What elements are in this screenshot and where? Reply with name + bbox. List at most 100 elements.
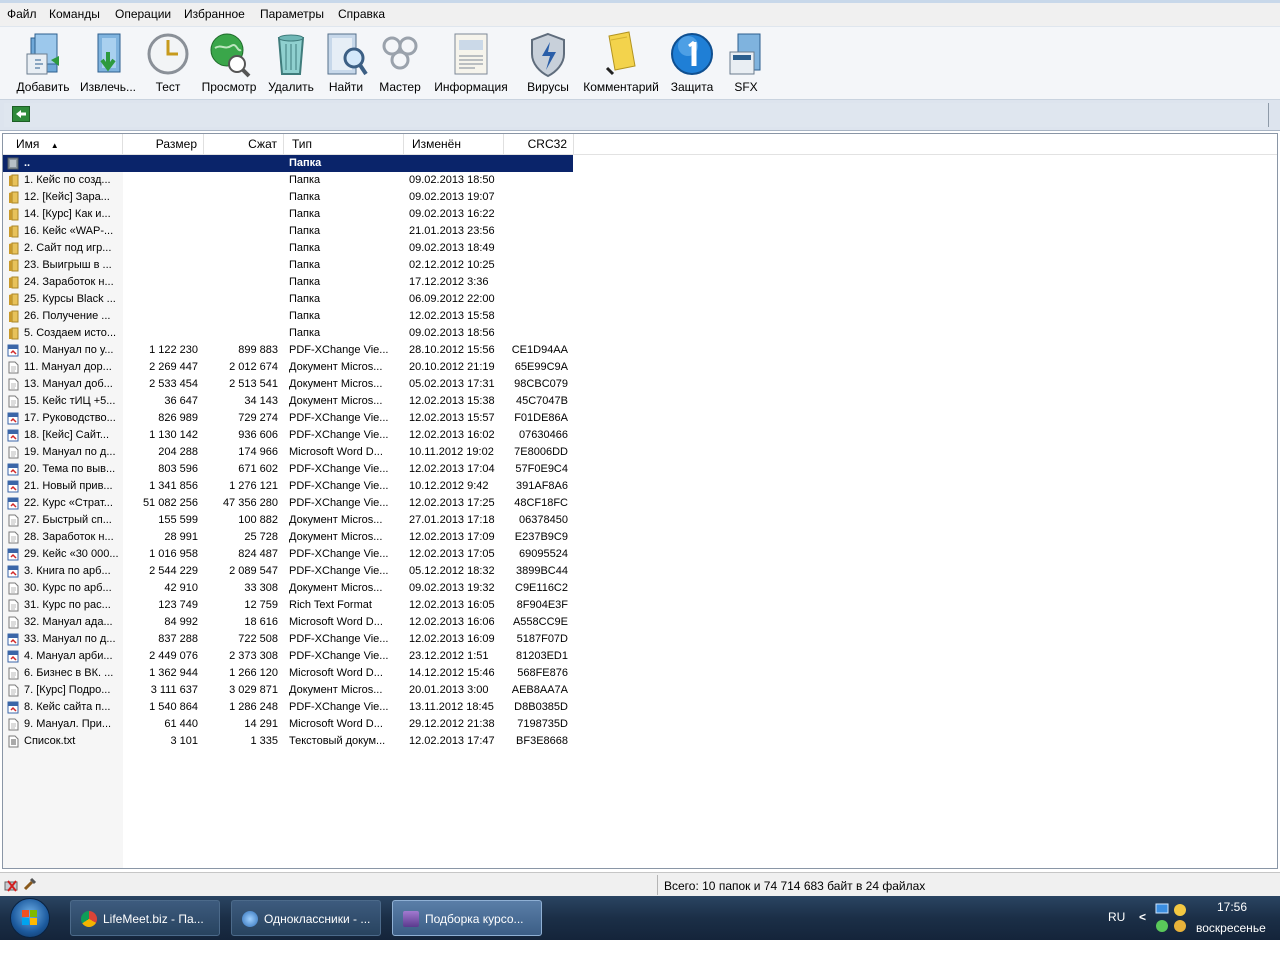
- file-row[interactable]: 17. Руководство... 826 989 729 274 PDF-XCha…: [3, 410, 573, 427]
- file-row[interactable]: 22. Курс «Страт... 51 082 256 47 356 280 PD…: [3, 495, 573, 512]
- sfx-button[interactable]: SFX: [724, 27, 768, 97]
- file-modified: 23.12.2012 1:51: [409, 650, 489, 662]
- file-modified: [409, 155, 505, 172]
- file-row[interactable]: 9. Мануал. При... 61 440 14 291 Microsoft W…: [3, 716, 573, 733]
- task-odnoklassniki[interactable]: Одноклассники - ...: [231, 900, 381, 936]
- column-modified[interactable]: Изменён: [404, 134, 504, 154]
- doc-icon: [8, 582, 19, 595]
- extract-button[interactable]: Извлечь...: [78, 27, 138, 97]
- file-row[interactable]: 21. Новый прив... 1 341 856 1 276 121 PDF-X…: [3, 478, 573, 495]
- file-row[interactable]: 6. Бизнес в ВК. ... 1 362 944 1 266 120 Mic…: [3, 665, 573, 682]
- file-row[interactable]: 16. Кейс «WAP-... Папка 21.01.2013 23:56: [3, 223, 573, 240]
- file-row[interactable]: 26. Получение ... Папка 12.02.2013 15:58: [3, 308, 573, 325]
- start-button[interactable]: [10, 898, 50, 938]
- folder-icon: [9, 174, 19, 187]
- tools-icon[interactable]: [22, 876, 38, 892]
- file-row[interactable]: 23. Выигрыш в ... Папка 02.12.2012 10:25: [3, 257, 573, 274]
- language-indicator[interactable]: RU: [1108, 910, 1125, 924]
- file-modified: 09.02.2013 19:32: [409, 582, 495, 594]
- menu-help[interactable]: Справка: [338, 7, 385, 21]
- file-modified: 12.02.2013 16:05: [409, 599, 495, 611]
- file-row[interactable]: 31. Курс по рас... 123 749 12 759 Rich Text…: [3, 597, 573, 614]
- file-row[interactable]: 5. Создаем исто... Папка 09.02.2013 18:56: [3, 325, 573, 342]
- file-row[interactable]: 12. [Кейс] Зара... Папка 09.02.2013 19:07: [3, 189, 573, 206]
- file-type: Microsoft Word D...: [289, 718, 383, 730]
- file-name: 14. [Курс] Как и...: [24, 208, 111, 220]
- folder-icon: [9, 327, 19, 340]
- menu-commands[interactable]: Команды: [49, 7, 100, 21]
- show-hidden-icons-chevron[interactable]: <: [1139, 910, 1146, 924]
- file-name: 32. Мануал ада...: [24, 616, 113, 628]
- column-type[interactable]: Тип: [284, 134, 404, 154]
- path-field[interactable]: [4, 103, 1269, 127]
- menu-file[interactable]: Файл: [7, 7, 37, 21]
- file-row[interactable]: 8. Кейс сайта п... 1 540 864 1 286 248 PDF-…: [3, 699, 573, 716]
- file-modified: 12.02.2013 17:09: [409, 531, 495, 543]
- protect-button[interactable]: Защита: [668, 27, 716, 97]
- file-crc: BF3E8668: [516, 735, 568, 747]
- file-row[interactable]: 29. Кейс «30 000... 1 016 958 824 487 PDF-X…: [3, 546, 573, 563]
- column-crc[interactable]: CRC32: [504, 134, 574, 154]
- menu-options[interactable]: Параметры: [260, 7, 324, 21]
- file-row[interactable]: 3. Книга по арб... 2 544 229 2 089 547 PDF-…: [3, 563, 573, 580]
- parent-folder-row[interactable]: .. Папка: [3, 155, 573, 172]
- column-name[interactable]: Имя ▲: [3, 134, 123, 154]
- column-size[interactable]: Размер: [123, 134, 204, 154]
- doc-icon: [8, 531, 19, 544]
- clock-time[interactable]: 17:56: [1217, 900, 1247, 914]
- file-row[interactable]: 25. Курсы Black ... Папка 06.09.2012 22:00: [3, 291, 573, 308]
- file-row[interactable]: 1. Кейс по созд... Папка 09.02.2013 18:50: [3, 172, 573, 189]
- file-row[interactable]: 30. Курс по арб... 42 910 33 308 Документ M…: [3, 580, 573, 597]
- file-packed-size: 18 616: [244, 616, 278, 628]
- file-modified: 09.02.2013 18:49: [409, 242, 495, 254]
- comment-button[interactable]: Комментарий: [580, 27, 662, 97]
- file-row[interactable]: 7. [Курс] Подро... 3 111 637 3 029 871 Доку…: [3, 682, 573, 699]
- file-size: 1 130 142: [149, 429, 198, 441]
- file-name: 5. Создаем исто...: [24, 327, 117, 339]
- file-crc: [503, 172, 568, 189]
- delete-button[interactable]: Удалить: [266, 27, 316, 97]
- file-row[interactable]: 19. Мануал по д... 204 288 174 966 Microsof…: [3, 444, 573, 461]
- file-crc: 65E99C9A: [514, 361, 568, 373]
- clock-day[interactable]: воскресенье: [1196, 921, 1266, 935]
- file-row[interactable]: 33. Мануал по д... 837 288 722 508 PDF-XCha…: [3, 631, 573, 648]
- file-packed-size: 1 286 248: [229, 701, 278, 713]
- file-row[interactable]: 14. [Курс] Как и... Папка 09.02.2013 16:22: [3, 206, 573, 223]
- file-row[interactable]: 15. Кейс тИЦ +5... 36 647 34 143 Документ M…: [3, 393, 573, 410]
- file-name: 8. Кейс сайта п...: [24, 701, 111, 713]
- file-row[interactable]: 32. Мануал ада... 84 992 18 616 Microsoft W…: [3, 614, 573, 631]
- file-row[interactable]: 27. Быстрый сп... 155 599 100 882 Документ …: [3, 512, 573, 529]
- file-type: PDF-XChange Vie...: [289, 497, 389, 509]
- file-size: 1 122 230: [149, 344, 198, 356]
- file-modified: 09.02.2013 16:22: [409, 208, 495, 220]
- menu-operations[interactable]: Операции: [115, 7, 171, 21]
- task-lifemeet[interactable]: LifeMeet.biz - Па...: [70, 900, 220, 936]
- taskbar: LifeMeet.biz - Па... Одноклассники - ...…: [0, 896, 1280, 940]
- file-row[interactable]: 4. Мануал арби... 2 449 076 2 373 308 PDF-X…: [3, 648, 573, 665]
- file-row[interactable]: 24. Заработок н... Папка 17.12.2012 3:36: [3, 274, 573, 291]
- wizard-button[interactable]: Мастер: [376, 27, 424, 97]
- file-row[interactable]: 13. Мануал доб... 2 533 454 2 513 541 Докум…: [3, 376, 573, 393]
- info-button[interactable]: Информация: [432, 27, 510, 97]
- file-row[interactable]: 2. Сайт под игр... Папка 09.02.2013 18:49: [3, 240, 573, 257]
- folder-icon: [9, 191, 19, 204]
- view-button[interactable]: Просмотр: [200, 27, 258, 97]
- column-packed[interactable]: Сжат: [204, 134, 284, 154]
- no-password-icon[interactable]: [4, 877, 20, 893]
- tray-icons[interactable]: [1154, 902, 1188, 934]
- file-row[interactable]: 18. [Кейс] Сайт... 1 130 142 936 606 PDF-XC…: [3, 427, 573, 444]
- file-row[interactable]: 28. Заработок н... 28 991 25 728 Документ M…: [3, 529, 573, 546]
- find-button[interactable]: Найти: [322, 27, 370, 97]
- file-packed-size: 2 373 308: [229, 650, 278, 662]
- up-folder-button[interactable]: [12, 106, 30, 122]
- task-archive[interactable]: Подборка курсо...: [392, 900, 542, 936]
- menu-favorites[interactable]: Избранное: [184, 7, 245, 21]
- file-row[interactable]: Список.txt 3 101 1 335 Текстовый докум... 12…: [3, 733, 573, 750]
- test-button[interactable]: Тест: [146, 27, 190, 97]
- file-packed-size: 3 029 871: [229, 684, 278, 696]
- file-row[interactable]: 10. Мануал по у... 1 122 230 899 883 PDF-XC…: [3, 342, 573, 359]
- virus-button[interactable]: Вирусы: [524, 27, 572, 97]
- file-row[interactable]: 20. Тема по выв... 803 596 671 602 PDF-XCha…: [3, 461, 573, 478]
- add-button[interactable]: Добавить: [14, 27, 72, 97]
- file-row[interactable]: 11. Мануал дор... 2 269 447 2 012 674 Докум…: [3, 359, 573, 376]
